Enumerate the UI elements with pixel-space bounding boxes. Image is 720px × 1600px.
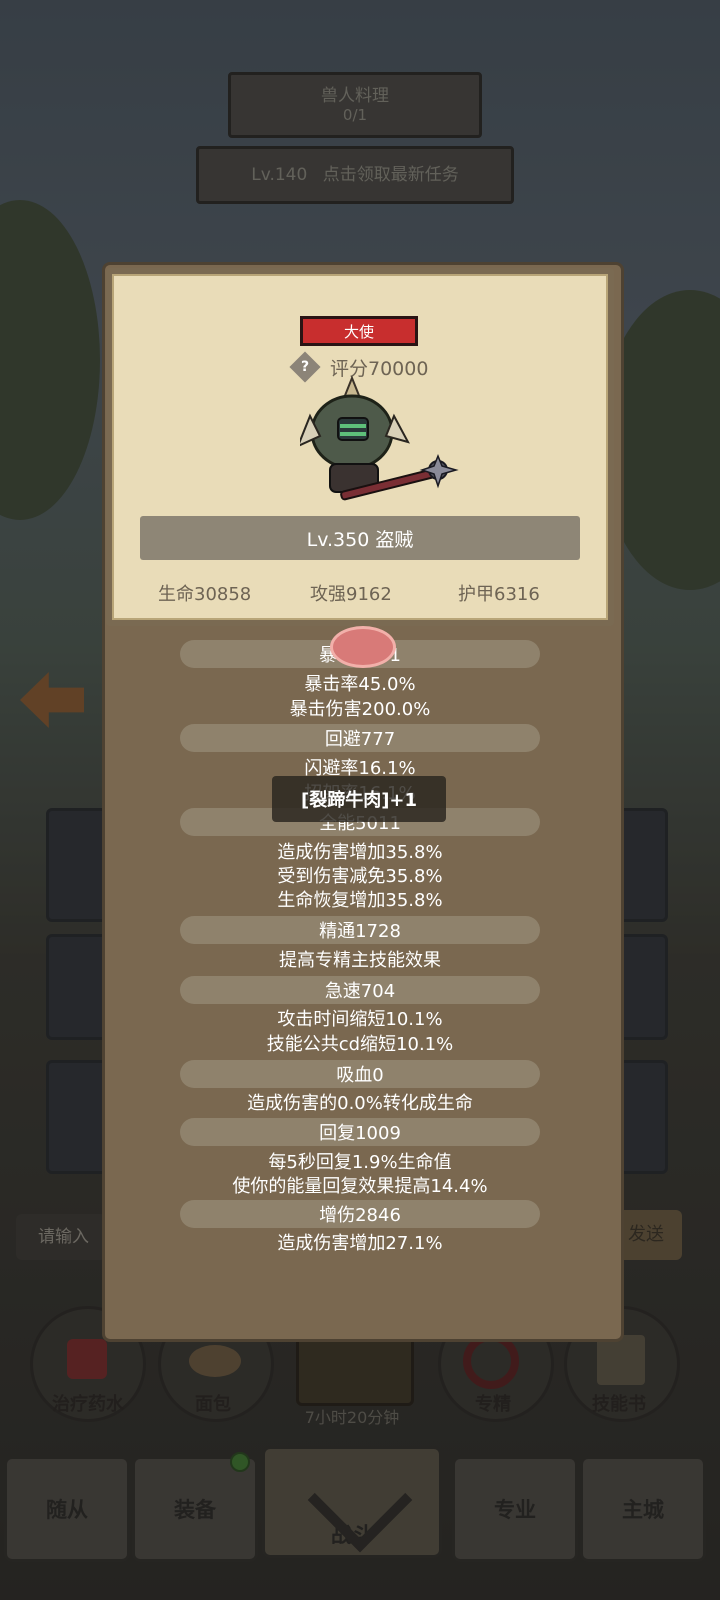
stat-line: 每5秒回复1.9%生命值 xyxy=(268,1152,452,1173)
meat-item-icon xyxy=(330,626,396,668)
stat-title: 回复1009 xyxy=(319,1123,401,1144)
stat-title: 急速704 xyxy=(324,981,396,1002)
stat-header-mastery: 精通1728 xyxy=(180,916,540,944)
stat-line: 生命恢复增加35.8% xyxy=(277,890,443,911)
item-reward-toast: [裂蹄牛肉]+1 xyxy=(272,776,446,822)
stat-header-avoidance: 回避777 xyxy=(180,724,540,752)
stat-header-lifesteal: 吸血0 xyxy=(180,1060,540,1088)
stat-title: 吸血0 xyxy=(336,1065,384,1086)
rank-badge: 大使 xyxy=(300,316,418,346)
stat-line: 技能公共cd缩短10.1% xyxy=(266,1034,454,1055)
stat-header-regen: 回复1009 xyxy=(180,1118,540,1146)
character-portrait xyxy=(296,375,460,504)
character-level-class: Lv.350 盗贼 xyxy=(306,528,414,551)
stat-line: 攻击时间缩短10.1% xyxy=(277,1009,443,1030)
character-name-bar: Lv.350 盗贼 xyxy=(140,516,580,560)
stat-header-damage-bonus: 增伤2846 xyxy=(180,1200,540,1228)
stat-line: 暴击伤害200.0% xyxy=(289,699,431,720)
stat-line: 暴击率45.0% xyxy=(304,674,416,695)
stat-line: 受到伤害减免35.8% xyxy=(277,866,443,887)
stat-line: 提高专精主技能效果 xyxy=(279,950,441,971)
stat-title: 回避777 xyxy=(324,729,396,750)
stat-attack: 攻强9162 xyxy=(310,584,392,605)
stat-line: 造成伤害增加35.8% xyxy=(277,842,443,863)
stat-line: 造成伤害增加27.1% xyxy=(277,1233,443,1254)
stat-title: 精通1728 xyxy=(319,921,401,942)
stat-title: 增伤2846 xyxy=(319,1205,401,1226)
stat-line: 使你的能量回复效果提高14.4% xyxy=(232,1176,488,1197)
stat-line: 造成伤害的0.0%转化成生命 xyxy=(247,1093,473,1114)
stat-header-haste: 急速704 xyxy=(180,976,540,1004)
stat-armor: 护甲6316 xyxy=(458,584,540,605)
stat-hp: 生命30858 xyxy=(158,584,252,605)
